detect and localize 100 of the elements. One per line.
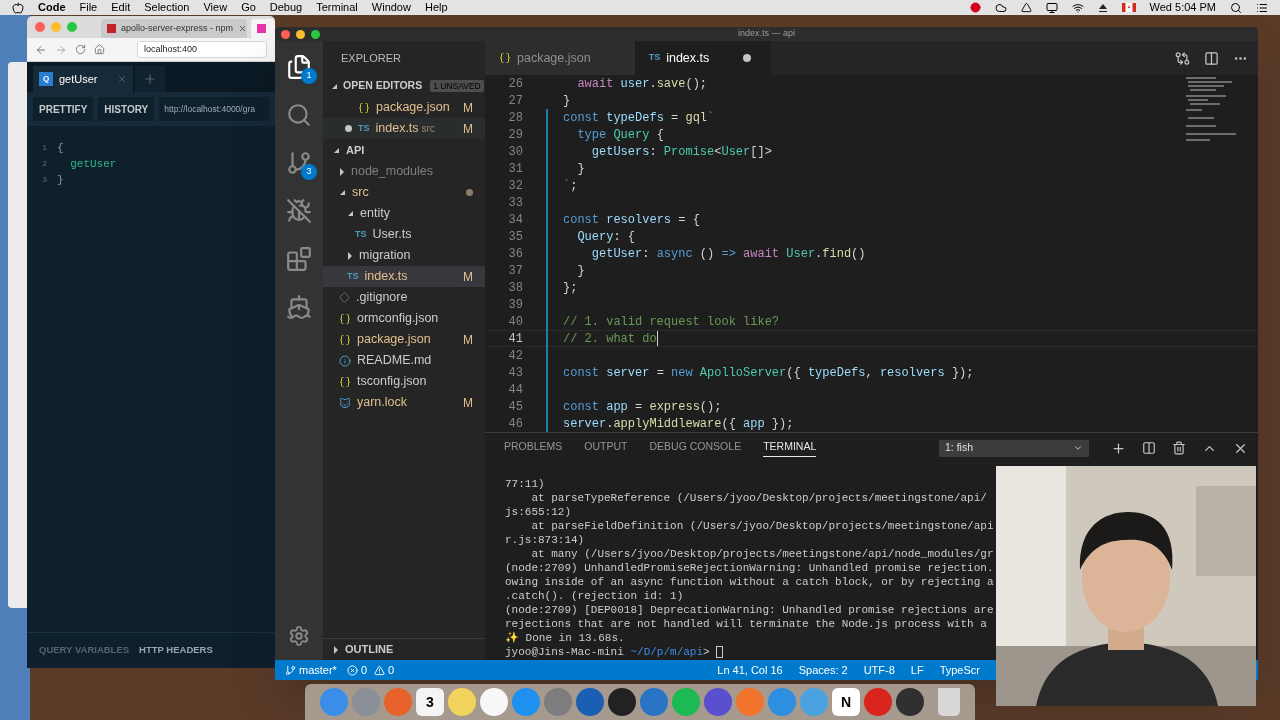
toolbar-button[interactable]: PRETTIFY (33, 97, 94, 121)
branch-indicator[interactable]: master* (285, 661, 337, 679)
menu-item[interactable]: Terminal (316, 0, 358, 16)
browser-tab[interactable]: apollo-server-express - npm (101, 19, 247, 38)
monitor-icon[interactable] (1045, 1, 1058, 14)
info-icon (339, 354, 351, 367)
section-header[interactable]: OPEN EDITORS (331, 78, 423, 94)
extensions-icon[interactable] (286, 246, 312, 272)
open-editor-item[interactable]: package.json M (323, 97, 485, 118)
line-number: 45 (507, 398, 523, 416)
panel-tab[interactable]: DEBUG CONSOLE (649, 439, 742, 457)
app-icon[interactable] (480, 688, 508, 716)
menu-item[interactable]: File (79, 0, 98, 16)
toolbar-button[interactable]: HISTORY (98, 97, 155, 121)
back-icon[interactable] (35, 43, 47, 56)
panel-tab[interactable]: OUTPUT (584, 439, 628, 457)
unsaved-badge: 1 UNSAVED (430, 79, 484, 93)
split-terminal-icon[interactable] (1142, 441, 1156, 455)
window-title: index.ts — api (738, 27, 795, 41)
split-editor-icon[interactable] (1204, 50, 1219, 66)
app-icon[interactable] (608, 688, 636, 716)
menu-item[interactable]: Go (241, 0, 256, 16)
ship-icon[interactable] (286, 294, 312, 320)
status-item[interactable]: TypeScr (939, 661, 980, 679)
panel-tab[interactable]: HTTP HEADERS (139, 643, 213, 658)
file-tree-item[interactable]: README.md (323, 350, 485, 371)
file-tree-item[interactable]: package.json M (323, 329, 485, 350)
terminal-select[interactable]: 1: fish (939, 439, 1089, 457)
expand-caret-icon (333, 645, 339, 654)
file-tree-item[interactable]: .gitignore (323, 287, 485, 308)
terminal-line: rejections that are not handled will terminate the Node.js process with a (505, 617, 988, 631)
cloud-icon[interactable] (994, 1, 1007, 14)
code-line: const resolvers = { (563, 211, 700, 229)
file-tree-item[interactable]: node_modules (323, 161, 485, 182)
menu-item[interactable]: Selection (144, 0, 190, 16)
triangle-icon[interactable] (1020, 2, 1032, 13)
query-tab[interactable]: Q getUser (33, 66, 133, 92)
plus-icon (143, 72, 157, 86)
menu-item[interactable]: Help (424, 0, 448, 16)
close-window-button[interactable] (281, 29, 290, 39)
site-icon (107, 24, 116, 33)
close-window-button[interactable] (35, 22, 45, 32)
file-tree-item[interactable]: yarn.lock M (323, 392, 485, 413)
menu-item[interactable]: Edit (111, 0, 131, 16)
code-line: getUsers: Promise<User[]> (590, 143, 772, 161)
status-item[interactable]: Spaces: 2 (798, 661, 848, 679)
minimize-window-button[interactable] (296, 29, 305, 39)
menu-item[interactable]: Window (371, 0, 411, 16)
count-badge: 1 (301, 68, 317, 84)
close-icon[interactable] (238, 24, 248, 33)
settings-icon[interactable] (288, 625, 310, 647)
line-number: 42 (507, 347, 523, 365)
record-icon[interactable] (969, 2, 981, 13)
app-icon[interactable]: 3 (416, 688, 444, 716)
file-tree-item[interactable]: ormconfig.json (323, 308, 485, 329)
editor-tab[interactable]: TS index.ts (634, 41, 772, 75)
bug-icon[interactable] (286, 198, 312, 224)
line-number: 26 (507, 75, 523, 93)
file-tree-item[interactable]: src (323, 182, 485, 203)
file-tree-item[interactable]: entity (323, 203, 485, 224)
plus-icon[interactable] (1111, 440, 1126, 456)
clock[interactable]: Wed 5:04 PM (1149, 0, 1216, 16)
open-editor-item[interactable]: TS index.ts src M (323, 118, 485, 139)
file-tree-item[interactable]: TS index.ts M (323, 266, 485, 287)
file-tree-item[interactable]: tsconfig.json (323, 371, 485, 392)
status-item[interactable]: LF (910, 661, 924, 679)
status-item[interactable]: Ln 41, Col 16 (717, 661, 783, 679)
editor-tab[interactable]: package.json (485, 41, 635, 75)
browser-tab[interactable] (251, 19, 275, 38)
endpoint-field[interactable]: http://localhost:4000/gra (159, 97, 269, 121)
address-field[interactable]: localhost:400 (137, 41, 267, 58)
menu-item[interactable]: View (203, 0, 228, 16)
section-header[interactable]: API (323, 139, 485, 161)
app-icon[interactable]: N (832, 688, 860, 716)
files-icon[interactable] (286, 54, 312, 80)
reload-icon[interactable] (75, 44, 86, 55)
line-number: 28 (507, 109, 523, 127)
line-number: 27 (507, 92, 523, 110)
line-number: 36 (507, 245, 523, 263)
search-icon[interactable] (1230, 1, 1242, 14)
app-icon[interactable] (896, 688, 924, 716)
flag-icon[interactable] (1121, 3, 1136, 12)
panel-tab[interactable]: PROBLEMS (504, 439, 563, 457)
status-item[interactable]: UTF-8 (863, 661, 895, 679)
panel-tab[interactable]: TERMINAL (763, 438, 817, 458)
apple-icon[interactable] (12, 1, 24, 14)
home-icon[interactable] (94, 44, 105, 55)
file-tree-item[interactable]: migration (323, 245, 485, 266)
problems-indicator[interactable]: 0 0 (346, 661, 395, 679)
trash-icon[interactable] (1172, 441, 1186, 455)
list-icon[interactable] (1256, 1, 1268, 14)
app-name[interactable]: Code (38, 0, 66, 16)
eject-icon[interactable] (1097, 2, 1108, 13)
file-tree-item[interactable]: TS User.ts (323, 224, 485, 245)
compare-icon[interactable] (1175, 50, 1190, 66)
maximize-window-button[interactable] (311, 29, 320, 39)
menu-item[interactable]: Debug (269, 0, 303, 16)
wifi-icon[interactable] (1071, 1, 1084, 14)
terminal-line: at parseTypeReference (/Users/jyoo/Desktop/projects/meetingstone/api/ (530, 491, 988, 505)
source-control-icon[interactable] (286, 150, 312, 176)
